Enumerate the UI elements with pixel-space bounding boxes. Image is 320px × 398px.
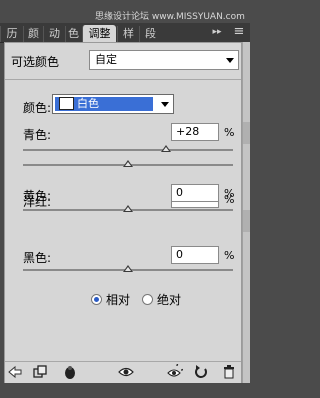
cyan-label: 青色: (23, 128, 52, 142)
relative-option[interactable]: 相对 (91, 293, 130, 307)
black-unit: % (224, 249, 235, 262)
tab-actions[interactable]: 动 (43, 26, 65, 42)
tab-adjustments[interactable]: 调整 (82, 25, 116, 43)
cyan-slider-track[interactable] (23, 149, 233, 151)
preset-dropdown[interactable]: 自定 (89, 50, 239, 70)
yellow-slider-thumb[interactable] (123, 205, 133, 212)
mask-icon[interactable] (62, 364, 78, 380)
divider (5, 79, 241, 80)
tab-paragraph[interactable]: 段 (139, 26, 161, 42)
panel-menu-icon[interactable]: ≡ (231, 24, 247, 40)
view-previous-icon[interactable] (167, 361, 186, 380)
cyan-unit: % (224, 126, 235, 139)
yellow-input[interactable]: 0 (171, 184, 219, 202)
footer-strip (0, 383, 250, 398)
tab-overflow-icon[interactable]: ▸▸ (203, 25, 231, 39)
panel-bottom-toolbar (5, 361, 241, 383)
colors-dropdown[interactable]: 白色 (52, 94, 174, 114)
white-swatch-icon (59, 96, 74, 110)
back-icon[interactable] (7, 364, 23, 380)
yellow-label: 黄色: (23, 189, 52, 203)
black-slider-thumb[interactable] (123, 265, 133, 272)
panel-side-strip (242, 42, 250, 383)
colors-label: 颜色: (23, 101, 52, 115)
strip-notch (243, 210, 250, 232)
eye-icon[interactable] (118, 364, 134, 380)
strip-notch (243, 122, 250, 144)
adjustment-type-label: 可选颜色 (11, 55, 60, 69)
reset-icon[interactable] (193, 364, 209, 380)
tab-styles[interactable]: 样 (117, 26, 139, 42)
chevron-down-icon (226, 58, 234, 63)
relative-radio[interactable] (91, 294, 102, 305)
magenta-slider-thumb[interactable] (123, 160, 133, 167)
black-label: 黑色: (23, 251, 52, 265)
preset-value: 自定 (95, 53, 117, 66)
trash-icon[interactable] (221, 364, 237, 380)
yellow-unit: % (224, 187, 235, 200)
absolute-option[interactable]: 绝对 (142, 293, 181, 307)
colors-value: 白色 (77, 97, 99, 110)
black-input[interactable]: 0 (171, 246, 219, 264)
tab-swatches[interactable]: 色 (65, 26, 81, 42)
chevron-down-icon (161, 102, 169, 107)
absolute-label: 绝对 (157, 293, 182, 307)
cyan-slider-thumb[interactable] (160, 145, 171, 152)
clip-layer-icon[interactable] (32, 364, 48, 380)
tab-color[interactable]: 颜 (23, 26, 43, 42)
relative-label: 相对 (106, 293, 131, 307)
adjustments-panel: 可选颜色 自定 颜色: 白色 青色: +28 % 洋红: 0 % 黄色: 0 %… (4, 42, 242, 383)
tab-history[interactable]: 历 (0, 26, 23, 42)
colors-selected-item: 白色 (55, 96, 153, 111)
watermark-text: 思缘设计论坛 www.MISSYUAN.com (95, 12, 245, 22)
absolute-radio[interactable] (142, 294, 153, 305)
cyan-input[interactable]: +28 (171, 123, 219, 141)
